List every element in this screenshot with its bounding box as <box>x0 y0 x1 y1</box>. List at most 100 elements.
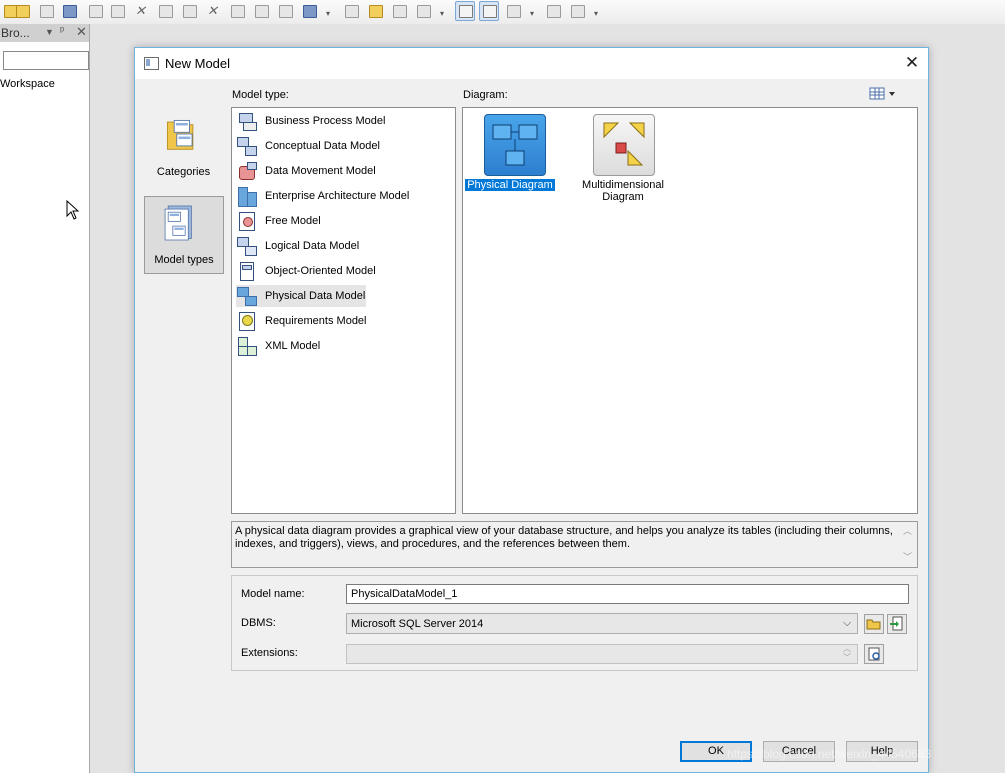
object-browser: Bro... ▼ ᵖ ✕ Workspace <box>0 24 90 773</box>
model-types-label: Model types <box>154 254 214 266</box>
browser-menu-icon[interactable]: ▼ <box>45 27 54 37</box>
model-type-label: Physical Data Model <box>265 290 366 302</box>
import-icon <box>890 616 903 631</box>
import-dbms-button[interactable] <box>887 614 907 634</box>
find-icon[interactable] <box>342 2 360 20</box>
select-extensions-button[interactable] <box>864 644 884 664</box>
physical-data-icon <box>237 286 257 306</box>
print-diagram-icon[interactable] <box>568 2 586 20</box>
save-icon[interactable] <box>37 2 55 20</box>
model-type-label: Enterprise Architecture Model <box>265 190 410 202</box>
categories-label: Categories <box>156 166 211 178</box>
model-type-header: Model type: <box>232 89 289 101</box>
open-icon[interactable] <box>13 2 31 20</box>
model-type-label: Free Model <box>265 215 321 227</box>
copy-icon[interactable] <box>156 2 174 20</box>
paste-icon[interactable] <box>180 2 198 20</box>
object-oriented-icon <box>237 261 257 281</box>
diagram-list: Physical Diagram Multidimensional Diagra… <box>462 107 918 514</box>
model-type-label: Business Process Model <box>265 115 386 127</box>
print-icon[interactable] <box>108 2 126 20</box>
diagram-header: Diagram: <box>463 89 508 101</box>
check-model-icon[interactable] <box>300 2 318 20</box>
model-type-label: Logical Data Model <box>265 240 360 252</box>
dialog-title: New Model <box>165 56 231 71</box>
dialog-close-button[interactable]: ✕ <box>901 52 923 74</box>
physical-diagram-label: Physical Diagram <box>465 179 555 191</box>
chevron-down-icon: ⌵ <box>843 617 852 629</box>
new-model-dialog: New Model ✕ Categories Model types Model… <box>134 47 932 773</box>
multidimensional-diagram-item[interactable]: Multidimensional Diagram <box>573 108 673 208</box>
browser-toggle-icon[interactable] <box>455 1 475 21</box>
model-name-label: Model name: <box>241 588 305 600</box>
model-types-button[interactable]: Model types <box>144 196 224 274</box>
categories-button[interactable]: Categories <box>144 112 223 182</box>
toolbar-overflow-icon[interactable]: ▾ <box>326 9 330 18</box>
model-types-icon <box>164 205 192 241</box>
properties-icon[interactable] <box>276 2 294 20</box>
print-preview-icon[interactable] <box>86 2 104 20</box>
model-type-label: Object-Oriented Model <box>265 265 376 277</box>
logical-data-icon <box>237 236 257 256</box>
browser-header: Bro... ▼ ᵖ ✕ <box>0 24 89 42</box>
browser-title: Bro... <box>1 26 30 40</box>
browse-icon[interactable] <box>366 2 384 20</box>
requirements-icon <box>237 311 257 331</box>
cut-icon[interactable] <box>132 2 150 20</box>
dbms-value: Microsoft SQL Server 2014 <box>351 618 484 630</box>
extensions-icon <box>868 647 880 661</box>
close-icon[interactable]: ✕ <box>76 24 87 40</box>
toolbar-overflow-icon[interactable]: ▾ <box>594 9 598 18</box>
physical-diagram-item[interactable]: Physical Diagram <box>460 108 560 198</box>
dbms-label: DBMS: <box>241 617 276 629</box>
back-icon[interactable] <box>390 2 408 20</box>
description-box: A physical data diagram provides a graph… <box>231 521 918 568</box>
free-model-icon <box>237 211 257 231</box>
model-type-label: Requirements Model <box>265 315 367 327</box>
pin-icon[interactable]: ᵖ <box>60 25 64 37</box>
browse-dbms-button[interactable] <box>864 614 884 634</box>
spin-up-icon[interactable]: ︿ <box>843 645 851 653</box>
grid-view-icon <box>869 87 895 100</box>
model-name-input[interactable]: PhysicalDataModel_1 <box>346 584 909 604</box>
extensions-input[interactable]: ︿ ﹀ <box>346 644 858 664</box>
scroll-up-icon[interactable]: ︿ <box>903 524 912 537</box>
output-toggle-icon[interactable] <box>479 1 499 21</box>
enterprise-architecture-icon <box>237 186 257 207</box>
forward-icon[interactable] <box>414 2 432 20</box>
multidimensional-diagram-icon <box>593 114 655 176</box>
data-movement-icon <box>237 161 257 181</box>
physical-diagram-icon <box>484 114 546 176</box>
multidimensional-diagram-label: Multidimensional Diagram <box>582 179 664 203</box>
spin-down-icon[interactable]: ﹀ <box>843 654 851 662</box>
watermark: https://blog.csdn.net/weixin_44540683 <box>727 747 932 761</box>
description-scrollbar[interactable]: ︿ ﹀ <box>899 522 917 567</box>
dialog-window-icon <box>144 57 159 70</box>
workspace-node[interactable]: Workspace <box>0 78 55 90</box>
model-type-list: Business Process Model Conceptual Data M… <box>231 107 456 514</box>
xml-model-icon <box>237 336 257 356</box>
redo-icon[interactable] <box>252 2 270 20</box>
main-toolbar: ▾ ▾ ▾ ▾ <box>0 0 1005 25</box>
folder-open-icon <box>866 619 881 630</box>
view-mode-button[interactable] <box>868 85 900 103</box>
model-settings-group: Model name: PhysicalDataModel_1 DBMS: Mi… <box>231 575 918 671</box>
delete-icon[interactable] <box>204 2 222 20</box>
conceptual-data-icon <box>237 136 257 156</box>
extensions-label: Extensions: <box>241 647 298 659</box>
browser-search-input[interactable] <box>3 51 89 70</box>
save-all-icon[interactable] <box>60 2 78 20</box>
result-list-icon[interactable] <box>504 2 522 20</box>
dbms-select[interactable]: Microsoft SQL Server 2014 ⌵ <box>346 613 858 634</box>
list-item-selected[interactable]: Physical Data Model <box>236 285 366 307</box>
zoom-icon[interactable] <box>544 2 562 20</box>
scroll-down-icon[interactable]: ﹀ <box>903 550 912 563</box>
dialog-titlebar: New Model ✕ <box>135 48 928 79</box>
model-type-label: Conceptual Data Model <box>265 140 380 152</box>
toolbar-overflow-icon[interactable]: ▾ <box>530 9 534 18</box>
business-process-icon <box>237 111 257 131</box>
folder-icon <box>166 119 194 150</box>
undo-icon[interactable] <box>228 2 246 20</box>
toolbar-overflow-icon[interactable]: ▾ <box>440 9 444 18</box>
mouse-cursor-icon <box>66 200 80 220</box>
